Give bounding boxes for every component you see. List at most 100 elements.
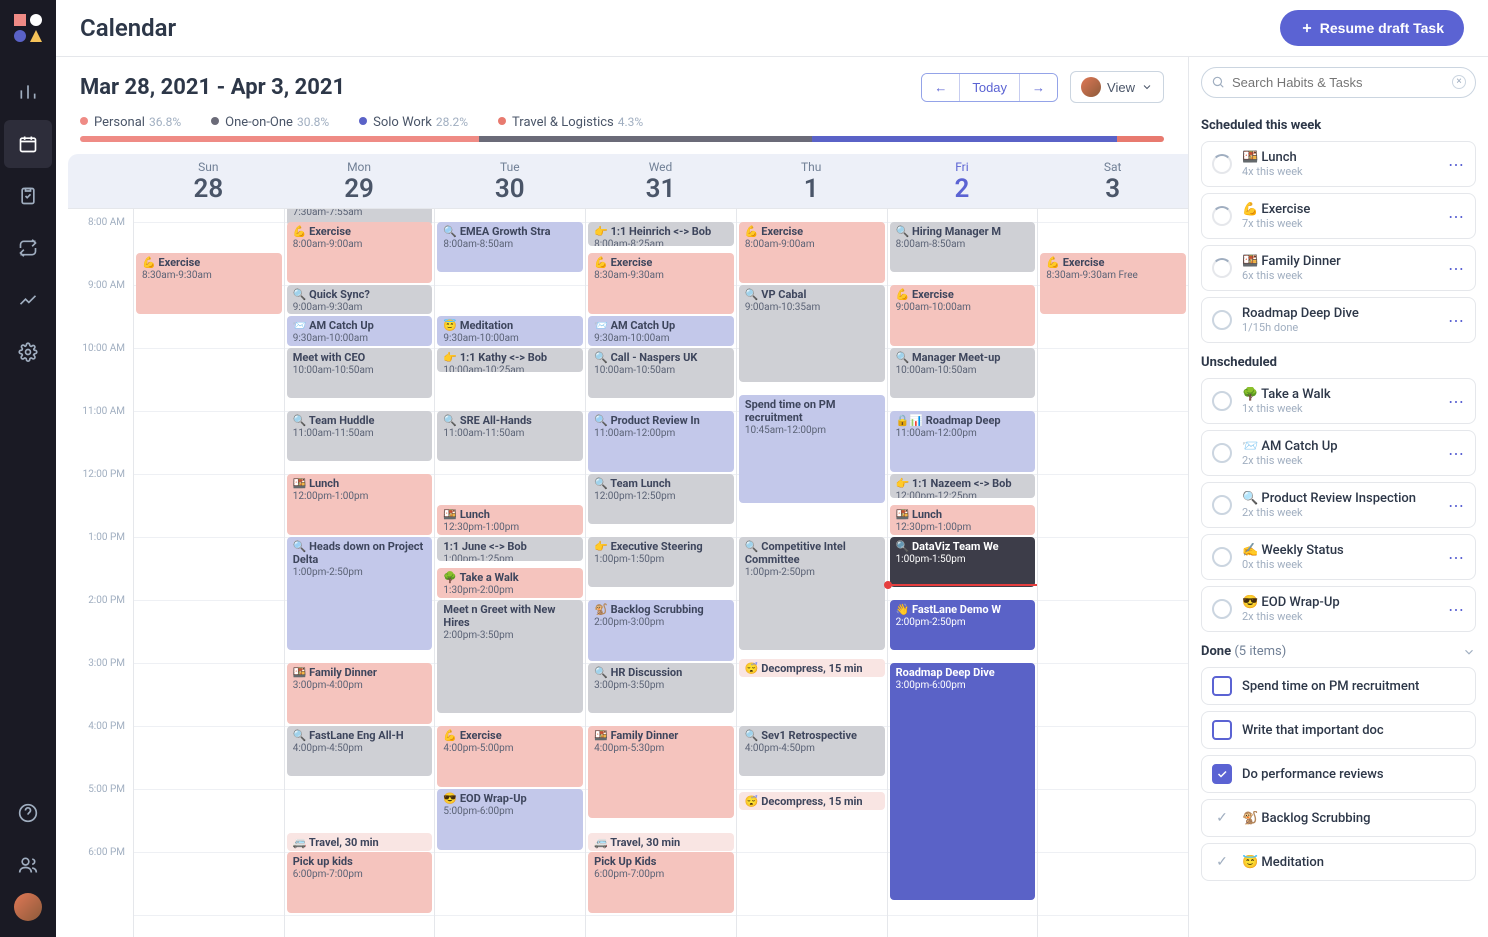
calendar-event[interactable]: 👋 FastLane Demo W2:00pm-2:50pm bbox=[890, 600, 1036, 650]
view-selector[interactable]: View bbox=[1070, 71, 1164, 103]
day-column[interactable]: 💪 Exercise8:00am-9:00am🔍 VP Cabal9:00am-… bbox=[736, 209, 887, 937]
sidebar-item[interactable]: Spend time on PM recruitment bbox=[1201, 667, 1476, 705]
nav-trends[interactable] bbox=[4, 276, 52, 324]
calendar-event[interactable]: 📨 AM Catch Up9:30am-10:00am bbox=[287, 316, 433, 346]
sidebar-item[interactable]: Write that important doc bbox=[1201, 711, 1476, 749]
calendar-event[interactable]: 😴 Decompress, 15 min bbox=[739, 792, 885, 810]
calendar-event[interactable]: 👉 1:1 Nazeem <-> Bob12:00pm-12:25pm bbox=[890, 474, 1036, 498]
calendar-event[interactable]: 👉 1:1 Kathy <-> Bob10:00am-10:25am bbox=[437, 348, 583, 372]
calendar-event[interactable]: 🔍 Hiring Manager M8:00am-8:50am bbox=[890, 222, 1036, 272]
nav-help[interactable] bbox=[4, 789, 52, 837]
calendar-event[interactable]: 😇 Meditation9:30am-10:00am bbox=[437, 316, 583, 346]
day-header[interactable]: Sun28 bbox=[133, 154, 284, 208]
category-legend-item[interactable]: One-on-One30.8% bbox=[211, 115, 329, 130]
calendar-event[interactable]: 🔍 Heads down on Project Delta1:00pm-2:50… bbox=[287, 537, 433, 650]
sidebar-item[interactable]: 📨 AM Catch Up2x this week⋯ bbox=[1201, 430, 1476, 476]
calendar-event[interactable]: Meet with CEO10:00am-10:50am bbox=[287, 348, 433, 398]
day-header[interactable]: Fri2 bbox=[887, 154, 1038, 208]
calendar-event[interactable]: Pick Up Kids6:00pm-7:00pm bbox=[588, 852, 734, 913]
clear-search-button[interactable]: × bbox=[1452, 75, 1466, 89]
item-menu-button[interactable]: ⋯ bbox=[1448, 392, 1465, 411]
item-menu-button[interactable]: ⋯ bbox=[1448, 311, 1465, 330]
nav-tasks[interactable] bbox=[4, 172, 52, 220]
sidebar-item[interactable]: 🍱 Family Dinner6x this week⋯ bbox=[1201, 245, 1476, 291]
next-week-button[interactable]: → bbox=[1019, 74, 1057, 101]
day-column[interactable]: 💪 Exercise8:30am-9:30am bbox=[133, 209, 284, 937]
item-menu-button[interactable]: ⋯ bbox=[1448, 444, 1465, 463]
day-header[interactable]: Tue30 bbox=[434, 154, 585, 208]
day-column[interactable]: 🔍 EMEA Growth Stra8:00am-8:50am😇 Meditat… bbox=[434, 209, 585, 937]
nav-recurring[interactable] bbox=[4, 224, 52, 272]
sidebar-item[interactable]: Roadmap Deep Dive1/15h done⋯ bbox=[1201, 297, 1476, 343]
item-menu-button[interactable]: ⋯ bbox=[1448, 207, 1465, 226]
calendar-grid[interactable]: 8:00 AM9:00 AM10:00 AM11:00 AM12:00 PM1:… bbox=[68, 208, 1188, 937]
calendar-event[interactable]: 💪 Exercise9:00am-10:00am bbox=[890, 285, 1036, 346]
category-legend-item[interactable]: Travel & Logistics4.3% bbox=[498, 115, 643, 130]
calendar-event[interactable]: 💪 Exercise8:00am-9:00am bbox=[739, 222, 885, 283]
calendar-event[interactable]: 🔍 FastLane Eng All-H4:00pm-4:50pm bbox=[287, 726, 433, 776]
day-column[interactable]: 🔍 1:1 Ben Team7:30am-7:55am💪 Exercise8:0… bbox=[284, 209, 435, 937]
checkbox-icon[interactable] bbox=[1212, 676, 1232, 696]
calendar-event[interactable]: 🔍 Competitive Intel Committee1:00pm-2:50… bbox=[739, 537, 885, 650]
calendar-event[interactable]: Spend time on PM recruitment10:45am-12:0… bbox=[739, 395, 885, 503]
sidebar-item[interactable]: 🍱 Lunch4x this week⋯ bbox=[1201, 141, 1476, 187]
done-heading-row[interactable]: Done (5 items) bbox=[1201, 644, 1476, 659]
sidebar-item[interactable]: 🌳 Take a Walk1x this week⋯ bbox=[1201, 378, 1476, 424]
sidebar-item[interactable]: ✍️ Weekly Status0x this week⋯ bbox=[1201, 534, 1476, 580]
calendar-event[interactable]: 💪 Exercise8:30am-9:30am bbox=[588, 253, 734, 314]
calendar-event[interactable]: 🔍 Quick Sync?9:00am-9:30am bbox=[287, 285, 433, 315]
day-header[interactable]: Mon29 bbox=[284, 154, 435, 208]
calendar-event[interactable]: 🔒📊 Roadmap Deep11:00am-12:00pm bbox=[890, 411, 1036, 472]
calendar-event[interactable]: 💪 Exercise4:00pm-5:00pm bbox=[437, 726, 583, 787]
checkbox-checked-icon[interactable] bbox=[1212, 764, 1232, 784]
day-header[interactable]: Wed31 bbox=[585, 154, 736, 208]
item-menu-button[interactable]: ⋯ bbox=[1448, 259, 1465, 278]
category-legend-item[interactable]: Solo Work28.2% bbox=[359, 115, 468, 130]
calendar-event[interactable]: 🍱 Lunch12:30pm-1:00pm bbox=[437, 505, 583, 535]
calendar-event[interactable]: 💪 Exercise8:30am-9:30am Free bbox=[1040, 253, 1186, 314]
sidebar-item[interactable]: 💪 Exercise7x this week⋯ bbox=[1201, 193, 1476, 239]
calendar-event[interactable]: 🍱 Lunch12:00pm-1:00pm bbox=[287, 474, 433, 535]
calendar-event[interactable]: 👉 Executive Steering1:00pm-1:50pm bbox=[588, 537, 734, 587]
calendar-event[interactable]: 💪 Exercise8:00am-9:00am bbox=[287, 222, 433, 283]
calendar-event[interactable]: 🐒 Backlog Scrubbing2:00pm-3:00pm bbox=[588, 600, 734, 661]
prev-week-button[interactable]: ← bbox=[922, 74, 959, 101]
calendar-event[interactable]: 🌳 Take a Walk1:30pm-2:00pm bbox=[437, 568, 583, 598]
calendar-event[interactable]: 😎 EOD Wrap-Up5:00pm-6:00pm bbox=[437, 789, 583, 850]
calendar-event[interactable]: 🚐 Travel, 30 min bbox=[588, 833, 734, 851]
calendar-event[interactable]: 🔍 SRE All-Hands11:00am-11:50am bbox=[437, 411, 583, 461]
day-column[interactable]: 💪 Exercise8:30am-9:30am Free bbox=[1037, 209, 1188, 937]
nav-calendar[interactable] bbox=[4, 120, 52, 168]
calendar-event[interactable]: 😴 Decompress, 15 min bbox=[739, 659, 885, 677]
calendar-event[interactable]: 🔍 Team Huddle11:00am-11:50am bbox=[287, 411, 433, 461]
calendar-event[interactable]: 🔍 Team Lunch12:00pm-12:50pm bbox=[588, 474, 734, 524]
calendar-event[interactable]: Meet n Greet with New Hires2:00pm-3:50pm bbox=[437, 600, 583, 713]
calendar-event[interactable]: 🔍 Product Review In11:00am-12:00pm bbox=[588, 411, 734, 472]
sidebar-item[interactable]: ✓😇 Meditation bbox=[1201, 843, 1476, 881]
day-column[interactable]: 👉 1:1 Heinrich <-> Bob8:00am-8:25am💪 Exe… bbox=[585, 209, 736, 937]
calendar-event[interactable]: 🔍 Manager Meet-up10:00am-10:50am bbox=[890, 348, 1036, 398]
calendar-event[interactable]: 🔍 DataViz Team We1:00pm-1:50pm bbox=[890, 537, 1036, 587]
calendar-event[interactable]: 🍱 Lunch12:30pm-1:00pm bbox=[890, 505, 1036, 535]
sidebar-item[interactable]: ✓🐒 Backlog Scrubbing bbox=[1201, 799, 1476, 837]
calendar-event[interactable]: 🍱 Family Dinner4:00pm-5:30pm bbox=[588, 726, 734, 819]
calendar-event[interactable]: 🔍 Call - Naspers UK10:00am-10:50am bbox=[588, 348, 734, 398]
calendar-event[interactable]: Roadmap Deep Dive3:00pm-6:00pm bbox=[890, 663, 1036, 900]
nav-people[interactable] bbox=[4, 841, 52, 889]
sidebar-item[interactable]: Do performance reviews bbox=[1201, 755, 1476, 793]
calendar-event[interactable]: 📨 AM Catch Up9:30am-10:00am bbox=[588, 316, 734, 346]
item-menu-button[interactable]: ⋯ bbox=[1448, 155, 1465, 174]
item-menu-button[interactable]: ⋯ bbox=[1448, 600, 1465, 619]
search-input[interactable] bbox=[1201, 67, 1476, 98]
calendar-event[interactable]: 🍱 Family Dinner3:00pm-4:00pm bbox=[287, 663, 433, 724]
user-avatar[interactable] bbox=[14, 893, 42, 921]
calendar-event[interactable]: 💪 Exercise8:30am-9:30am bbox=[136, 253, 282, 314]
resume-draft-button[interactable]: Resume draft Task bbox=[1280, 10, 1464, 46]
today-button[interactable]: Today bbox=[959, 74, 1019, 101]
nav-analytics[interactable] bbox=[4, 68, 52, 116]
item-menu-button[interactable]: ⋯ bbox=[1448, 496, 1465, 515]
checkbox-icon[interactable] bbox=[1212, 720, 1232, 740]
day-header[interactable]: Thu1 bbox=[736, 154, 887, 208]
day-column[interactable]: 🔍 Hiring Manager M8:00am-8:50am 💪 Exercis… bbox=[887, 209, 1038, 937]
calendar-event[interactable]: 🔍 Sev1 Retrospective4:00pm-4:50pm bbox=[739, 726, 885, 776]
